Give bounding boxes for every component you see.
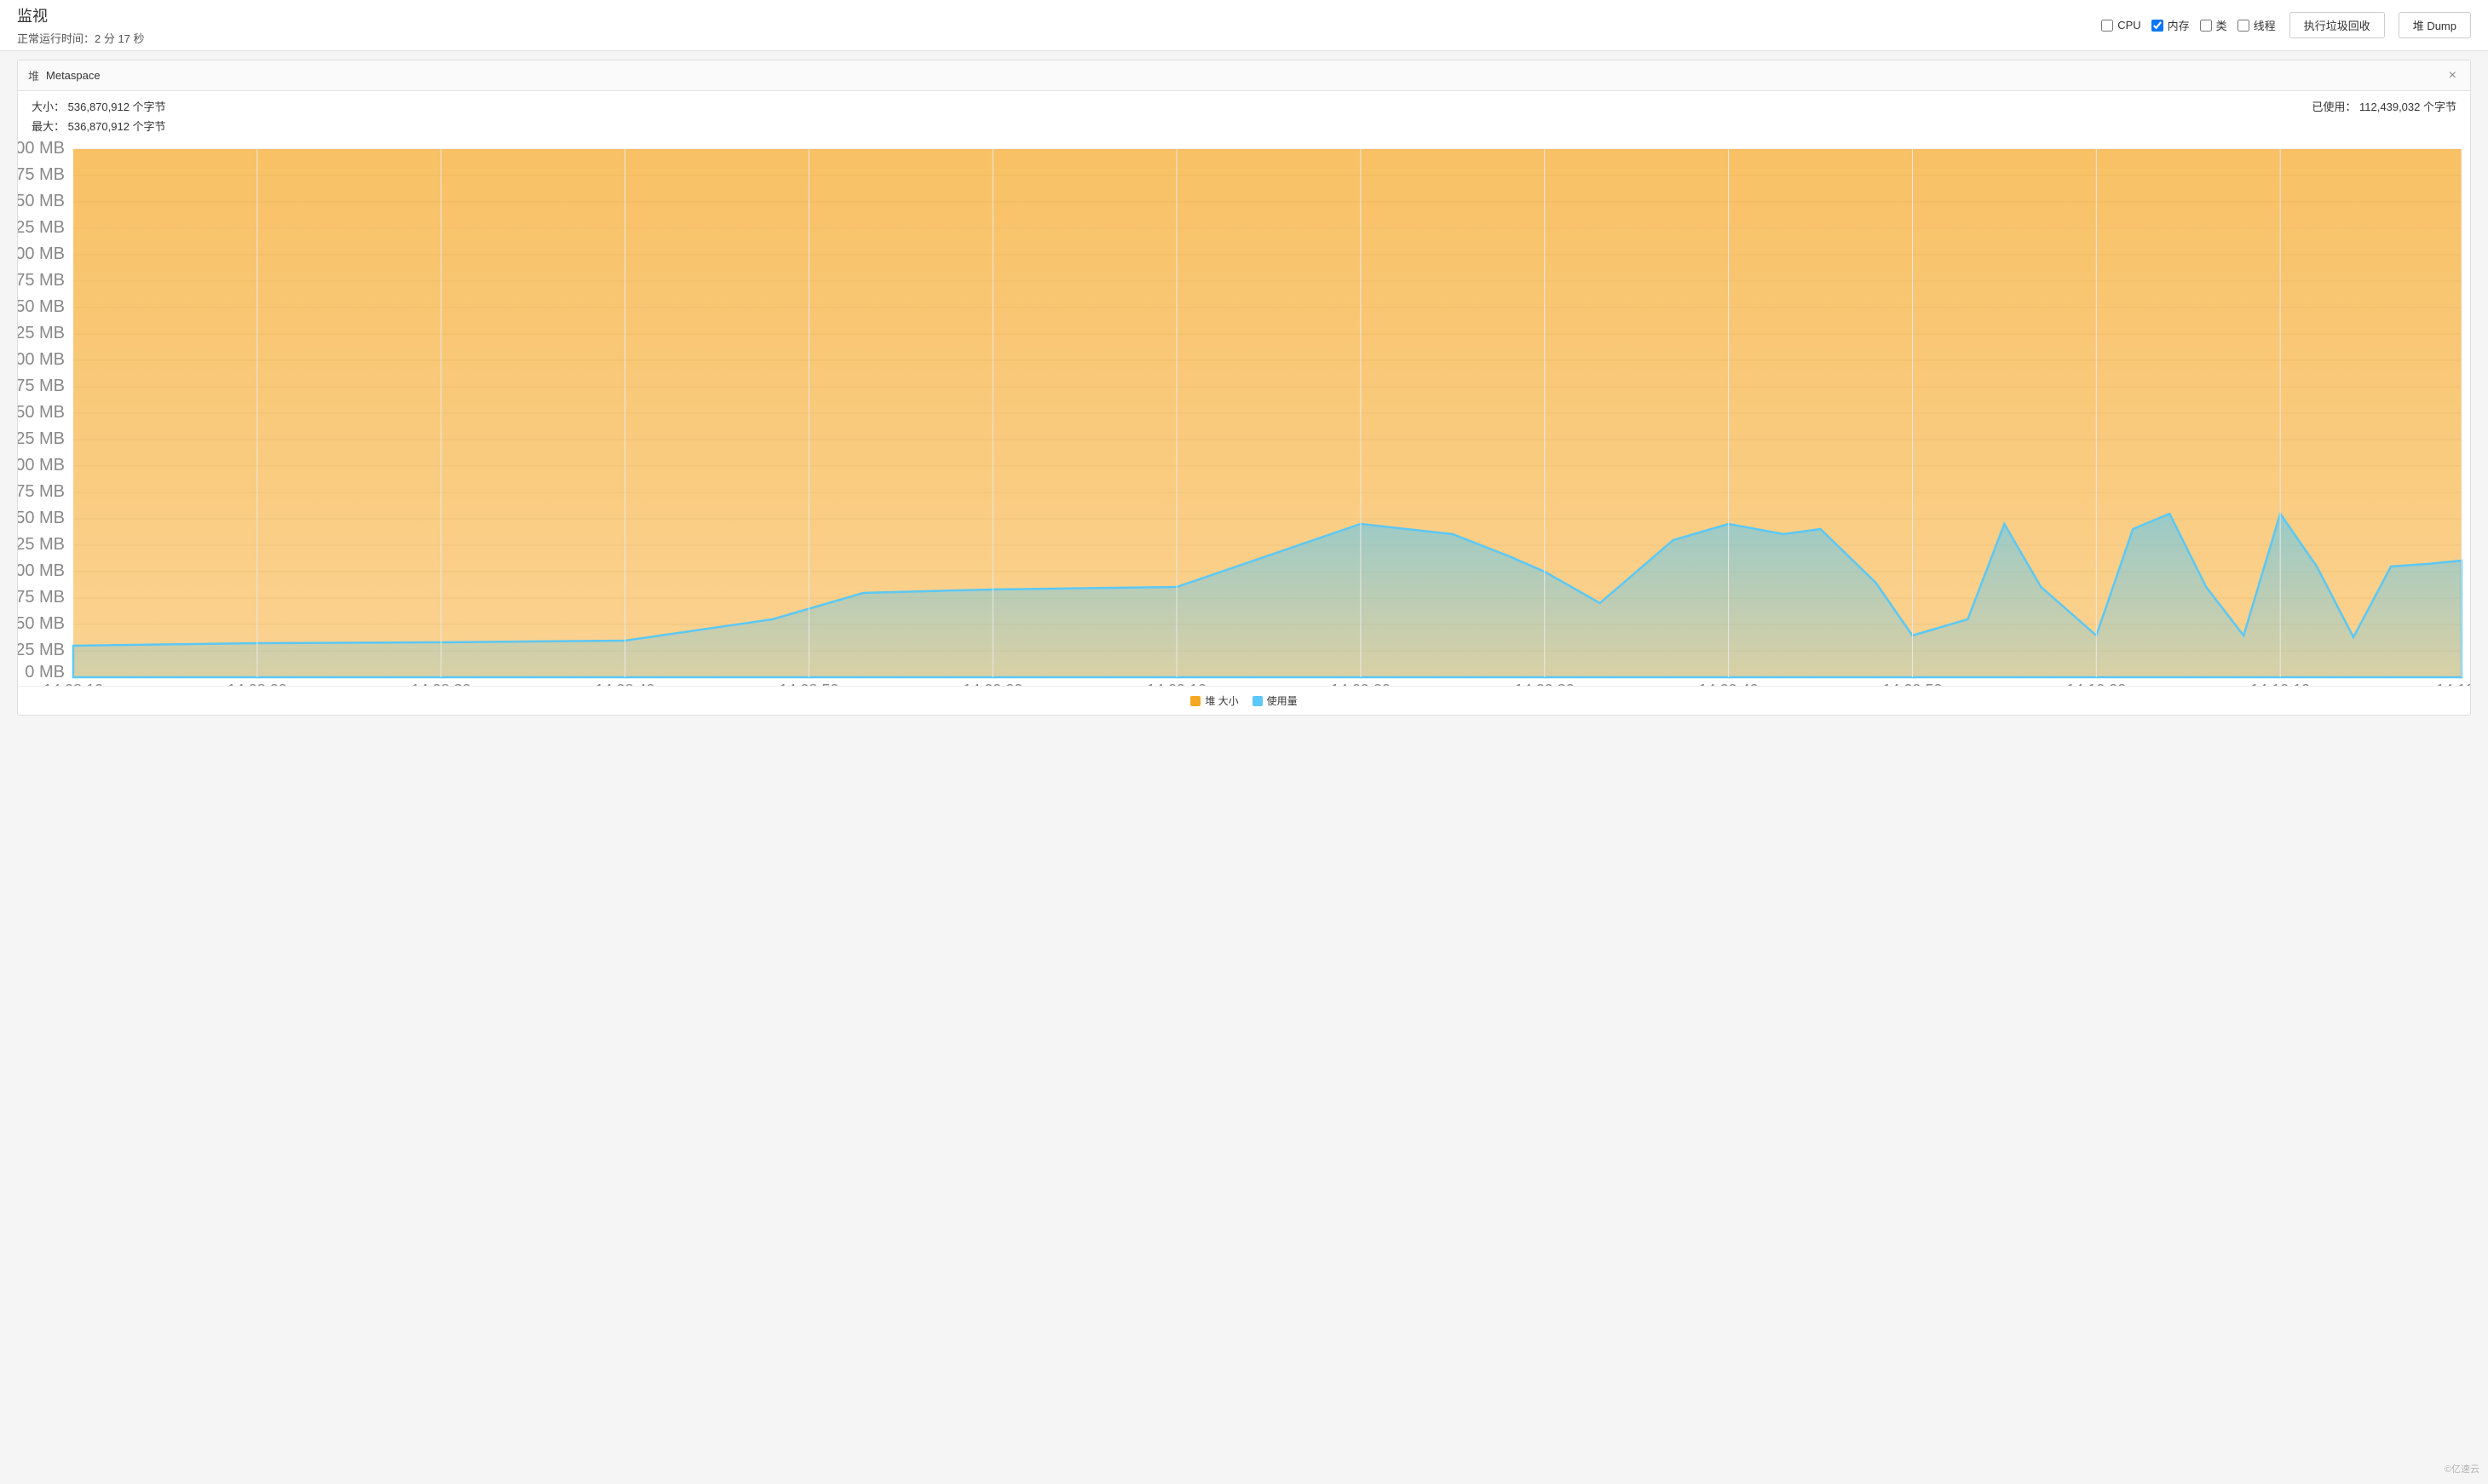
- svg-text:75 MB: 75 MB: [18, 588, 65, 607]
- svg-text:14:09:50: 14:09:50: [1882, 681, 1942, 686]
- chart-area: 500 MB 475 MB 450 MB 425 MB 400 MB 375 M…: [18, 141, 2470, 686]
- checkbox-thread[interactable]: 线程: [2237, 17, 2276, 33]
- thread-checkbox[interactable]: [2237, 20, 2249, 32]
- panel-tab-label: 堆: [28, 67, 39, 83]
- header-right: CPU 内存 类 线程 执行垃圾回收 堆 Dump: [2101, 12, 2471, 38]
- panel-title: Metaspace: [46, 69, 101, 82]
- stats-left: 大小： 536,870,912 个字节 最大： 536,870,912 个字节: [32, 98, 166, 134]
- header: 监视 正常运行时间：2 分 17 秒 CPU 内存 类 线程 执行垃圾回收 堆 …: [0, 0, 2488, 51]
- svg-text:250 MB: 250 MB: [18, 403, 65, 422]
- size-value: 536,870,912 个字节: [68, 101, 166, 113]
- checkbox-memory[interactable]: 内存: [2151, 17, 2190, 33]
- svg-text:0 MB: 0 MB: [25, 663, 65, 682]
- svg-text:14:08:30: 14:08:30: [412, 681, 471, 686]
- panel-header: 堆 Metaspace ×: [18, 60, 2470, 91]
- svg-text:325 MB: 325 MB: [18, 324, 65, 342]
- svg-text:14:10:2: 14:10:2: [2436, 681, 2470, 686]
- class-checkbox[interactable]: [2200, 20, 2212, 32]
- legend-heap-size-box: [1190, 696, 1201, 706]
- used-label: 已使用：: [2312, 101, 2356, 113]
- svg-text:425 MB: 425 MB: [18, 218, 65, 237]
- svg-text:14:09:30: 14:09:30: [1515, 681, 1575, 686]
- gc-button[interactable]: 执行垃圾回收: [2289, 12, 2385, 38]
- header-left: 监视 正常运行时间：2 分 17 秒: [17, 4, 145, 46]
- chart-legend: 堆 大小 使用量: [18, 686, 2470, 715]
- memory-panel: 堆 Metaspace × 大小： 536,870,912 个字节 最大： 53…: [17, 60, 2471, 716]
- cpu-checkbox[interactable]: [2101, 20, 2113, 32]
- svg-text:350 MB: 350 MB: [18, 297, 65, 316]
- max-label: 最大：: [32, 120, 65, 133]
- svg-text:14:09:40: 14:09:40: [1699, 681, 1759, 686]
- svg-text:14:09:20: 14:09:20: [1331, 681, 1391, 686]
- svg-text:475 MB: 475 MB: [18, 165, 65, 184]
- svg-text:500 MB: 500 MB: [18, 141, 65, 158]
- stats-right: 已使用： 112,439,032 个字节: [2312, 98, 2456, 134]
- svg-text:14:08:40: 14:08:40: [596, 681, 655, 686]
- svg-text:14:08:20: 14:08:20: [227, 681, 287, 686]
- svg-text:125 MB: 125 MB: [18, 535, 65, 554]
- panel-close-button[interactable]: ×: [2445, 68, 2460, 83]
- watermark: ©亿速云: [2445, 1462, 2479, 1475]
- max-value: 536,870,912 个字节: [68, 120, 166, 133]
- used-value: 112,439,032 个字节: [2359, 101, 2456, 113]
- svg-text:14:10:00: 14:10:00: [2066, 681, 2126, 686]
- stats-row: 大小： 536,870,912 个字节 最大： 536,870,912 个字节 …: [18, 91, 2470, 141]
- svg-text:450 MB: 450 MB: [18, 192, 65, 210]
- heap-dump-button[interactable]: 堆 Dump: [2399, 12, 2471, 38]
- uptime-display: 正常运行时间：2 分 17 秒: [17, 30, 145, 46]
- svg-text:14:08:50: 14:08:50: [779, 681, 838, 686]
- size-info: 大小： 536,870,912 个字节: [32, 98, 166, 114]
- cpu-label: CPU: [2117, 19, 2140, 32]
- thread-label: 线程: [2254, 17, 2276, 33]
- svg-text:300 MB: 300 MB: [18, 350, 65, 369]
- svg-text:14:09:00: 14:09:00: [963, 681, 1022, 686]
- svg-text:375 MB: 375 MB: [18, 271, 65, 290]
- svg-text:175 MB: 175 MB: [18, 482, 65, 501]
- svg-text:100 MB: 100 MB: [18, 561, 65, 580]
- page-title: 监视: [17, 4, 145, 26]
- legend-used-box: [1253, 696, 1263, 706]
- svg-text:400 MB: 400 MB: [18, 244, 65, 263]
- class-label: 类: [2216, 17, 2227, 33]
- size-label: 大小：: [32, 101, 65, 113]
- svg-text:14:10:10: 14:10:10: [2250, 681, 2310, 686]
- checkbox-group: CPU 内存 类 线程: [2101, 17, 2276, 33]
- svg-text:14:08:10: 14:08:10: [43, 681, 103, 686]
- svg-text:275 MB: 275 MB: [18, 377, 65, 395]
- legend-used: 使用量: [1253, 693, 1298, 708]
- checkbox-cpu[interactable]: CPU: [2101, 19, 2140, 32]
- memory-label: 内存: [2168, 17, 2190, 33]
- legend-heap-size-label: 堆 大小: [1205, 693, 1238, 708]
- legend-used-label: 使用量: [1267, 693, 1298, 708]
- max-info: 最大： 536,870,912 个字节: [32, 118, 166, 134]
- legend-heap-size: 堆 大小: [1190, 693, 1238, 708]
- checkbox-class[interactable]: 类: [2200, 17, 2227, 33]
- svg-text:25 MB: 25 MB: [18, 641, 65, 659]
- svg-text:50 MB: 50 MB: [18, 614, 65, 633]
- memory-checkbox[interactable]: [2151, 20, 2163, 32]
- chart-svg: 500 MB 475 MB 450 MB 425 MB 400 MB 375 M…: [18, 141, 2470, 686]
- svg-text:200 MB: 200 MB: [18, 456, 65, 475]
- svg-text:14:09:10: 14:09:10: [1147, 681, 1207, 686]
- svg-text:225 MB: 225 MB: [18, 429, 65, 448]
- svg-text:150 MB: 150 MB: [18, 509, 65, 527]
